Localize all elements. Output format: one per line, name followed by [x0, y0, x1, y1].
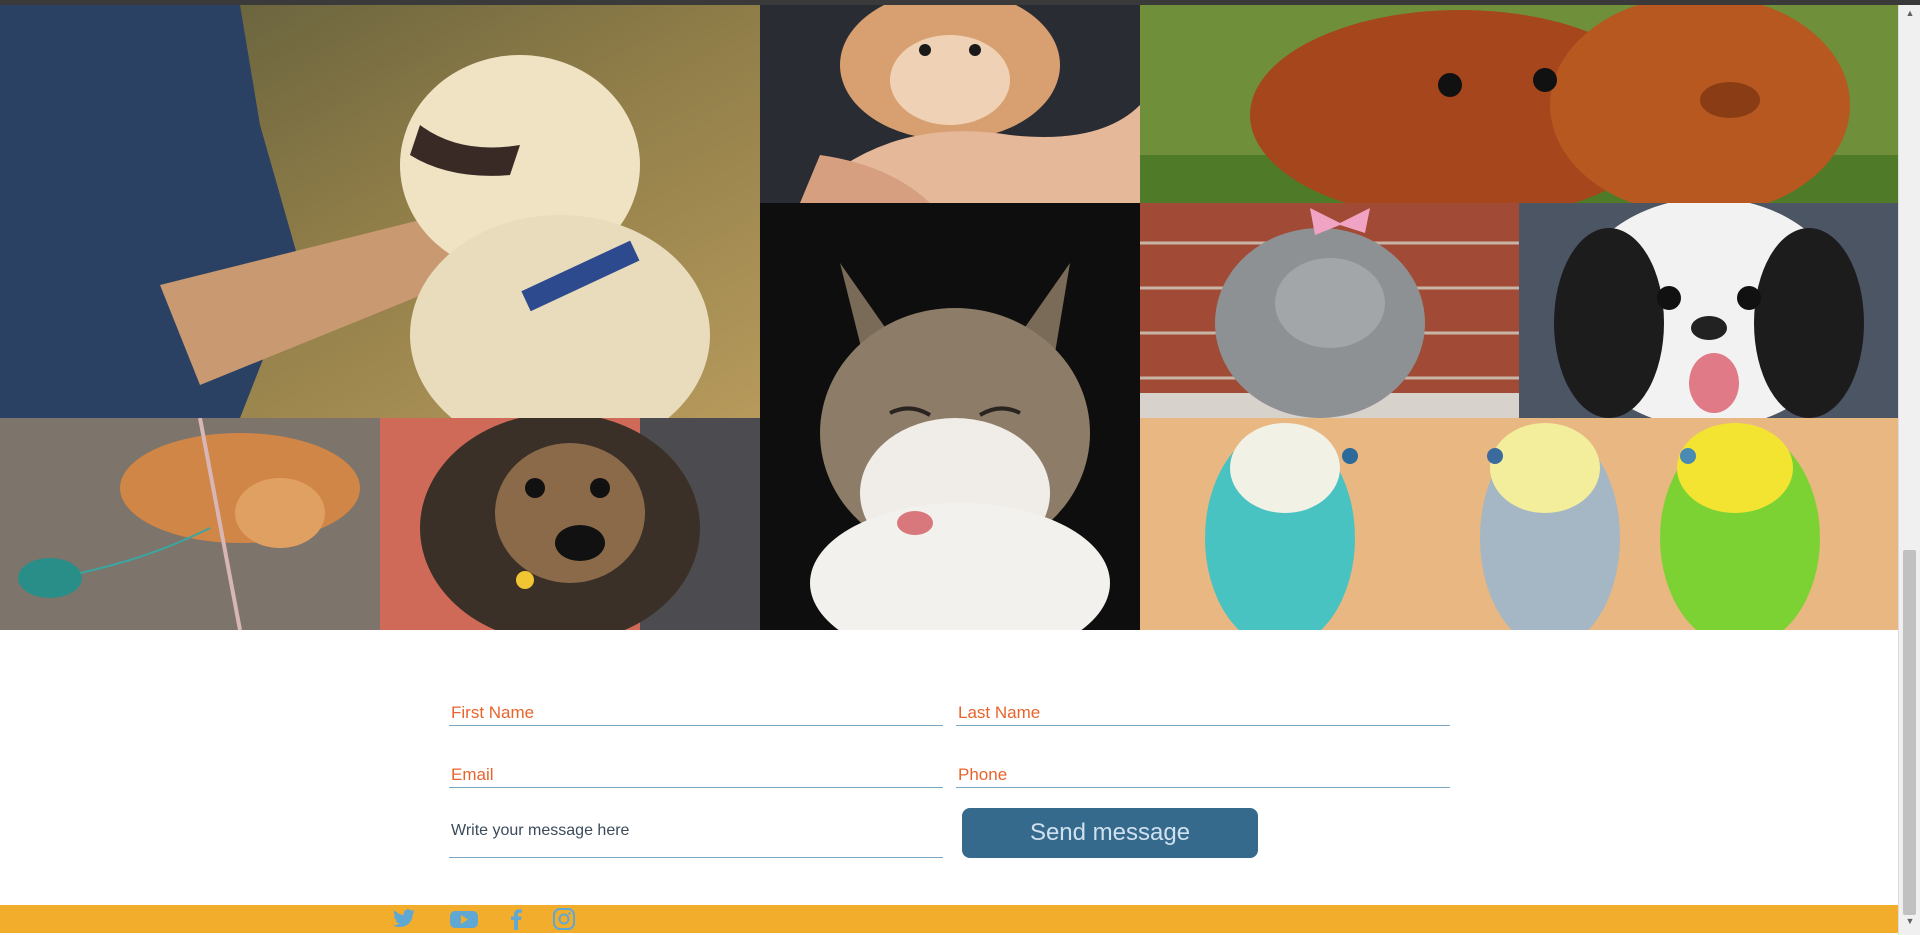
last-name-input[interactable]: [956, 696, 1450, 725]
gallery-image-shepherd-dog[interactable]: [380, 418, 760, 630]
gallery-image-budgies[interactable]: [1140, 418, 1898, 630]
twitter-link[interactable]: [391, 908, 417, 930]
scroll-down-arrow-icon[interactable]: ▼: [1899, 913, 1920, 929]
facebook-icon: [511, 909, 522, 930]
gallery-image-hamster[interactable]: [760, 5, 1140, 203]
phone-input[interactable]: [956, 758, 1450, 787]
instagram-icon: [553, 908, 575, 930]
first-name-input[interactable]: [449, 696, 943, 725]
vertical-scrollbar[interactable]: ▲ ▼: [1898, 5, 1920, 935]
instagram-link[interactable]: [551, 908, 577, 930]
message-field[interactable]: [449, 813, 943, 858]
first-name-field[interactable]: [449, 696, 943, 726]
gallery-image-japanese-chin[interactable]: [1519, 203, 1898, 418]
contact-form: Send message: [0, 630, 1898, 905]
email-field[interactable]: [449, 758, 943, 788]
gallery-image-guinea-pigs[interactable]: [1140, 5, 1898, 203]
gallery-image-cat-toy[interactable]: [0, 418, 380, 630]
email-input[interactable]: [449, 758, 943, 787]
gallery-image-cat[interactable]: [760, 203, 1140, 630]
footer-bar: [0, 905, 1898, 933]
facebook-link[interactable]: [503, 908, 529, 930]
youtube-link[interactable]: [449, 908, 479, 930]
scrollbar-thumb[interactable]: [1903, 550, 1916, 915]
last-name-field[interactable]: [956, 696, 1450, 726]
twitter-icon: [393, 909, 415, 928]
message-input[interactable]: [449, 813, 943, 857]
youtube-icon: [450, 911, 478, 928]
gallery-image-rabbit[interactable]: [1140, 203, 1519, 418]
pet-gallery: [0, 5, 1898, 630]
scroll-up-arrow-icon[interactable]: ▲: [1899, 5, 1920, 21]
gallery-image-labrador[interactable]: [0, 5, 760, 418]
phone-field[interactable]: [956, 758, 1450, 788]
send-message-button[interactable]: Send message: [962, 808, 1258, 858]
